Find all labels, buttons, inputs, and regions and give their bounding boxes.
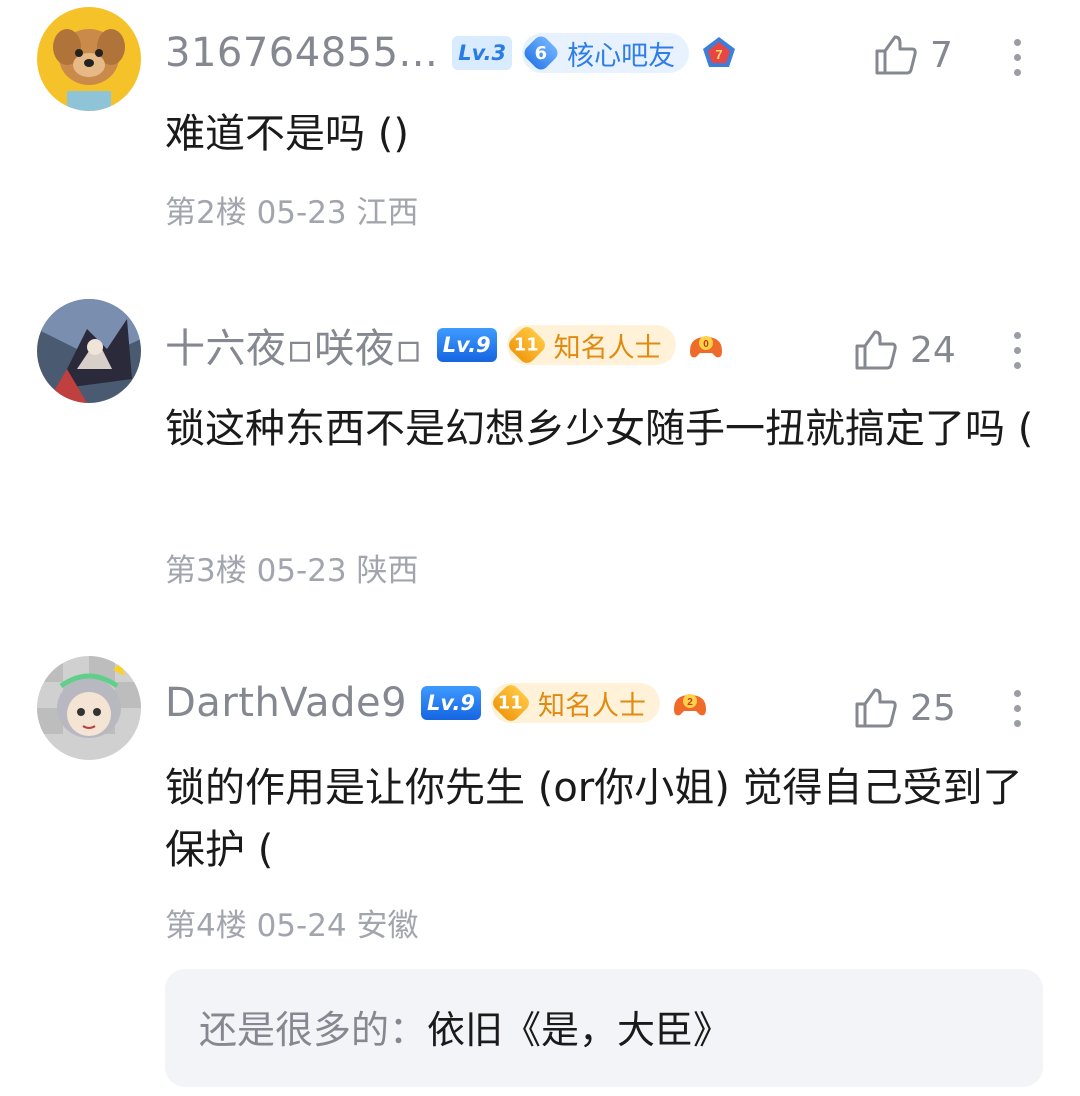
level-badge: Lv.9	[421, 686, 481, 720]
svg-text:7: 7	[716, 47, 723, 62]
sub-reply-text: 依旧《是，大臣》	[427, 1008, 732, 1052]
thumbs-up-icon	[875, 35, 917, 75]
post-header: DarthVade9 Lv.9 11 知名人士 2	[165, 673, 710, 733]
title-level-icon: 11	[505, 323, 548, 367]
like-count: 24	[910, 329, 956, 371]
game-controller-medal-icon[interactable]: 0	[686, 325, 726, 365]
more-options-button[interactable]	[1002, 27, 1032, 87]
member-title-label: 知名人士	[537, 690, 646, 722]
more-options-button[interactable]	[1002, 320, 1032, 380]
member-title-badge[interactable]: 11 知名人士	[489, 681, 660, 725]
username[interactable]: 十六夜▫咲夜▫	[165, 316, 423, 374]
like-button[interactable]: 7	[872, 25, 953, 85]
floor-meta: 第4楼 05-24 安徽	[165, 908, 419, 944]
svg-text:2: 2	[687, 697, 693, 708]
like-button[interactable]: 25	[852, 678, 956, 738]
title-level-icon: 11	[489, 681, 533, 725]
medal-icon[interactable]: 7	[699, 33, 739, 73]
comment-content: 锁这种东西不是幻想乡少女随手一扭就搞定了吗 (	[165, 406, 1034, 452]
member-title-label: 核心吧友	[567, 40, 676, 72]
like-count: 25	[910, 687, 956, 729]
svg-text:0: 0	[703, 339, 709, 350]
sub-reply: 还是很多的：依旧《是，大臣》	[199, 999, 731, 1054]
username[interactable]: DarthVade9	[165, 680, 407, 726]
floor-meta: 第2楼 05-23 江西	[165, 195, 419, 231]
thumbs-up-icon	[855, 688, 897, 728]
member-title-label: 知名人士	[553, 332, 662, 364]
sub-reply-username[interactable]: 还是很多的：	[199, 1008, 427, 1052]
title-level-icon: 6	[521, 33, 561, 73]
level-badge: Lv.9	[436, 328, 497, 362]
avatar[interactable]	[37, 299, 141, 403]
member-title-badge[interactable]: 6 核心吧友	[521, 33, 690, 73]
like-button[interactable]: 24	[852, 320, 956, 380]
comment-content: 难道不是吗 ()	[165, 111, 409, 157]
post-header: 316764855... Lv.3 6 核心吧友 7	[165, 23, 739, 83]
post-header: 十六夜▫咲夜▫ Lv.9 11 知名人士 0	[165, 315, 726, 375]
comment-content: 锁的作用是让你先生 (or你小姐) 觉得自己受到了保护 (	[165, 765, 1023, 873]
avatar[interactable]	[37, 7, 141, 111]
like-count: 7	[930, 34, 953, 76]
avatar[interactable]	[37, 656, 141, 760]
member-title-badge[interactable]: 11 知名人士	[505, 323, 676, 367]
game-controller-medal-icon[interactable]: 2	[670, 683, 710, 723]
thumbs-up-icon	[855, 330, 897, 370]
sub-reply-box[interactable]: 还是很多的：依旧《是，大臣》	[165, 969, 1043, 1087]
level-badge: Lv.3	[452, 36, 513, 70]
floor-meta: 第3楼 05-23 陕西	[165, 553, 419, 589]
more-options-button[interactable]	[1002, 678, 1032, 738]
username[interactable]: 316764855...	[165, 30, 438, 76]
